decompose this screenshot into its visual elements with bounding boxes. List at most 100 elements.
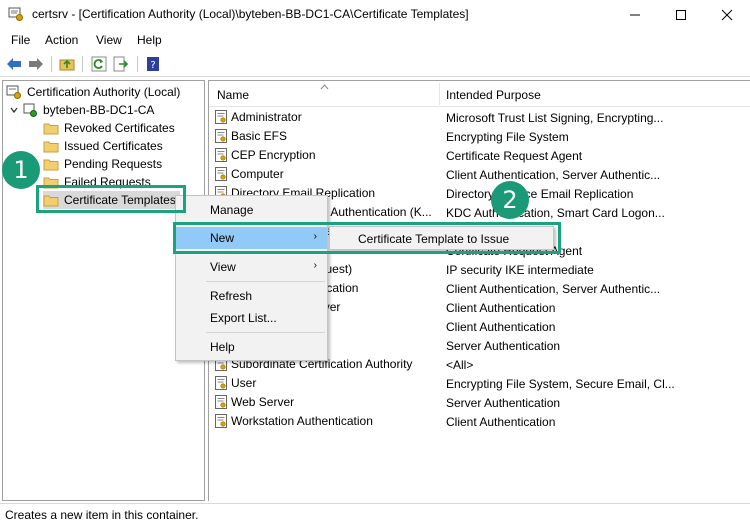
certificate-template-icon [215,395,227,409]
tree-item-issued-certificates[interactable]: Issued Certificates [43,137,163,155]
template-name: Basic EFS [231,129,288,143]
toolbar-separator [137,56,138,72]
tree-item-label: Pending Requests [64,157,163,171]
minimize-icon [630,14,640,16]
table-row[interactable]: Basic EFS Encrypting File System [209,127,750,146]
svg-text:?: ? [150,60,155,71]
title-bar: certsrv - [Certification Authority (Loca… [0,0,750,30]
template-name: Workstation Authentication [231,414,373,428]
tree-item-revoked-certificates[interactable]: Revoked Certificates [43,119,175,137]
context-menu: Manage New › View › Refresh Export List.… [175,195,328,361]
template-name: Administrator [231,110,302,124]
intended-purpose-cell: Encrypting File System [446,130,569,144]
template-name: CEP Encryption [231,148,316,162]
step-badge-2: 2 [491,181,529,219]
menu-item-label: View [210,260,236,274]
template-name: Computer [231,167,284,181]
intended-purpose-cell: Certificate Request Agent [446,149,583,163]
export-list-button[interactable] [111,55,131,73]
table-row[interactable]: Web Server Server Authentication [209,393,750,412]
certificate-template-icon [215,414,227,428]
export-list-icon [113,56,129,72]
window-title: certsrv - [Certification Authority (Loca… [32,7,469,21]
help-book-icon: ? [147,57,159,71]
menu-item-help[interactable]: Help [176,336,327,358]
intended-purpose-cell: Client Authentication, Server Authentic.… [446,168,661,182]
tree-ca-label: byteben-BB-DC1-CA [43,103,155,117]
step-badge-1: 1 [2,151,40,189]
template-name-cell: Basic EFS [215,129,287,143]
template-name-cell: Web Server [215,395,294,409]
table-row[interactable]: Computer Client Authentication, Server Au… [209,165,750,184]
tree-item-label: Issued Certificates [64,139,163,153]
menu-file[interactable]: File [11,33,30,47]
column-header-name[interactable]: Name [217,88,249,102]
tree-root[interactable]: Certification Authority (Local) [6,83,180,101]
certificate-template-icon [215,148,227,162]
template-name-cell: Computer [215,167,284,181]
intended-purpose-cell: Client Authentication [446,320,556,334]
certsrv-app-icon [8,7,23,21]
highlight-box-certificate-templates [36,185,186,213]
sort-ascending-icon [320,84,329,90]
menu-item-export-list[interactable]: Export List... [176,307,327,329]
folder-icon [43,122,59,135]
certificate-authority-icon [6,85,21,99]
certificate-template-icon [215,167,227,181]
toolbar-separator [82,56,83,72]
maximize-button[interactable] [658,0,704,30]
up-level-button[interactable] [57,55,77,73]
column-divider[interactable] [439,83,440,105]
close-icon [721,9,733,21]
intended-purpose-cell: Server Authentication [446,339,561,353]
intended-purpose-cell: Microsoft Trust List Signing, Encrypting… [446,111,664,125]
list-header: Name Intended Purpose [209,81,750,107]
submenu-arrow-icon: › [313,260,317,271]
ca-server-icon [23,103,37,117]
chevron-down-icon[interactable] [9,105,19,115]
certificate-template-icon [215,110,227,124]
refresh-button[interactable] [89,55,109,73]
minimize-button[interactable] [612,0,658,30]
toolbar-separator [51,56,52,72]
menu-item-manage[interactable]: Manage [176,199,327,221]
close-button[interactable] [704,0,750,30]
tree-ca-node[interactable]: byteben-BB-DC1-CA [9,101,154,119]
intended-purpose-cell: Client Authentication [446,415,556,429]
template-name: Web Server [231,395,295,409]
toolbar: ? [0,52,750,77]
forward-arrow-icon [29,58,43,70]
menu-item-label: Help [210,340,235,354]
folder-up-icon [59,59,75,71]
template-name-cell: CEP Encryption [215,148,316,162]
menu-item-view[interactable]: View › [176,256,327,278]
tree-item-label: Revoked Certificates [64,121,175,135]
menu-action[interactable]: Action [45,33,78,47]
tree-item-pending-requests[interactable]: Pending Requests [43,155,162,173]
table-row[interactable]: CEP Encryption Certificate Request Agent [209,146,750,165]
back-button[interactable] [4,55,24,73]
forward-button[interactable] [26,55,46,73]
status-bar: Creates a new item in this container. [0,503,750,523]
back-arrow-icon [7,58,21,70]
template-name-cell: Workstation Authentication [215,414,373,428]
menu-item-label: Export List... [210,311,277,325]
menu-bar: File Action View Help [0,31,750,50]
status-text: Creates a new item in this container. [5,508,199,522]
tree-root-label: Certification Authority (Local) [27,85,181,99]
intended-purpose-cell: <All> [446,358,474,372]
folder-icon [43,158,59,171]
menu-item-refresh[interactable]: Refresh [176,285,327,307]
table-row[interactable]: Workstation Authentication Client Authent… [209,412,750,431]
intended-purpose-cell: KDC Authentication, Smart Card Logon... [446,206,665,220]
menu-help[interactable]: Help [137,33,162,47]
help-button[interactable]: ? [143,55,163,73]
intended-purpose-cell: IP security IKE intermediate [446,263,594,277]
template-name: User [231,376,257,390]
column-header-intended-purpose[interactable]: Intended Purpose [446,88,541,102]
table-row[interactable]: User Encrypting File System, Secure Email… [209,374,750,393]
intended-purpose-cell: Server Authentication [446,396,561,410]
menu-view[interactable]: View [96,33,122,47]
table-row[interactable]: Administrator Microsoft Trust List Signin… [209,108,750,127]
menu-item-label: Refresh [210,289,253,303]
